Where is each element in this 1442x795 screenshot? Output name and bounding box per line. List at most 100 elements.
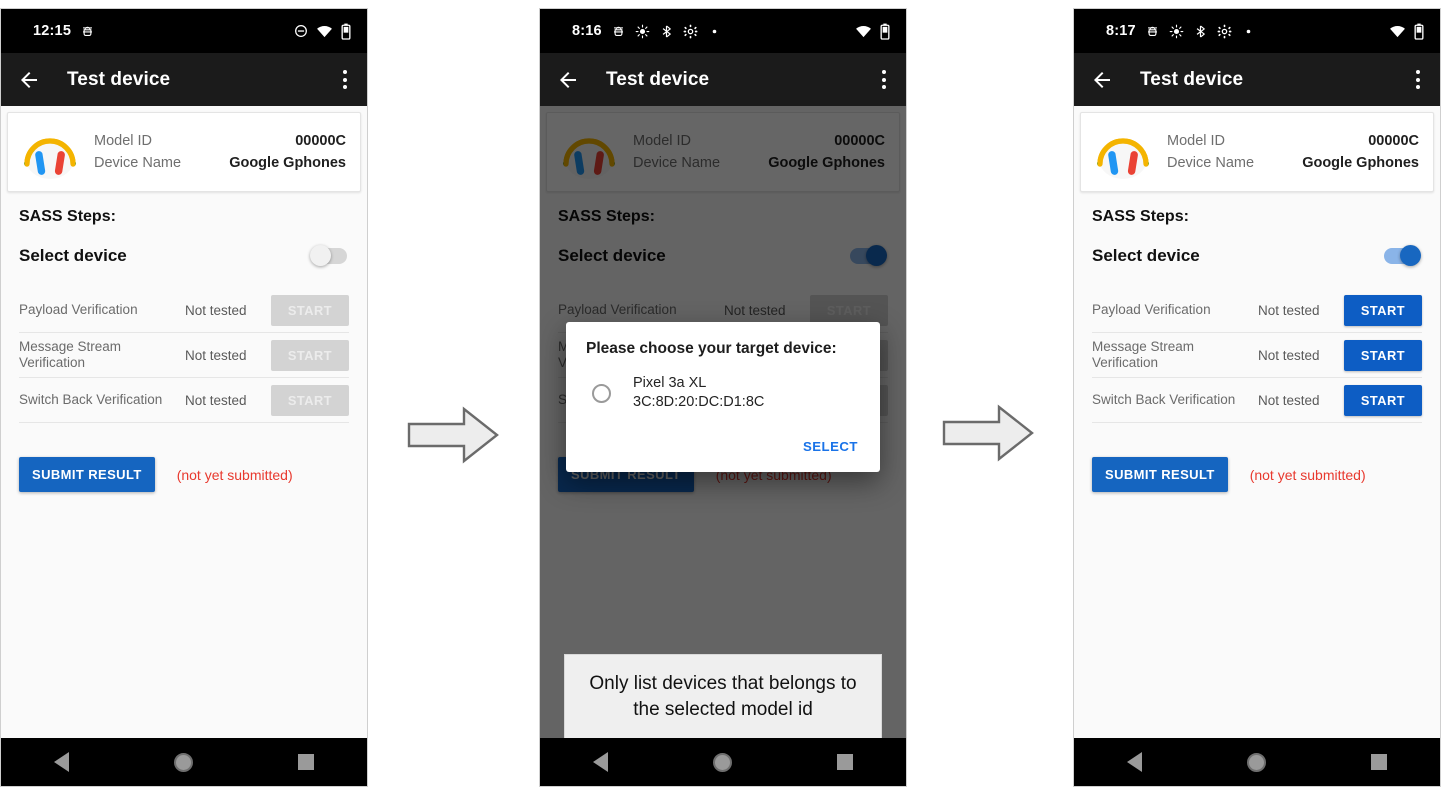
submit-row: SUBMIT RESULT (not yet submitted) [1092, 457, 1422, 492]
nav-recents-icon[interactable] [837, 754, 854, 770]
steps-section: SASS Steps: Select device Payload Verifica… [1074, 192, 1440, 492]
device-option-text: Pixel 3a XL 3C:8D:20:DC:D1:8C [633, 374, 764, 413]
test-status: Not tested [1258, 302, 1320, 318]
brightness-icon [1169, 24, 1184, 39]
wifi-icon [316, 25, 333, 38]
navigation-bar [540, 738, 906, 786]
status-bar-clock: 12:15 [33, 23, 72, 39]
test-name: Switch Back Verification [19, 391, 163, 407]
test-status: Not tested [1258, 392, 1320, 408]
start-button[interactable]: START [1344, 384, 1422, 416]
status-bar: 8:16 [540, 9, 906, 53]
dialog-title: Please choose your target device: [586, 340, 837, 357]
page-title: Test device [606, 68, 710, 90]
status-bar-right [294, 23, 351, 40]
device-info-row: Model ID 00000C [94, 130, 346, 152]
nav-back-icon[interactable] [592, 752, 608, 772]
device-option-address: 3C:8D:20:DC:D1:8C [633, 394, 765, 411]
nav-back-icon[interactable] [1126, 752, 1142, 772]
device-info-value: Google Gphones [229, 155, 346, 171]
dialog-select-button[interactable]: SELECT [795, 433, 860, 462]
overflow-menu-icon[interactable] [339, 66, 351, 93]
status-bar: 8:17 [1074, 9, 1440, 53]
back-arrow-icon[interactable] [1090, 68, 1114, 92]
steps-section: SASS Steps: Select device Payload Verifica… [1, 192, 367, 492]
dot-icon [707, 24, 722, 39]
headphones-icon [18, 123, 82, 181]
nav-recents-icon[interactable] [298, 754, 315, 770]
dot-icon [1241, 24, 1256, 39]
select-device-label: Select device [1092, 246, 1200, 265]
test-status: Not tested [185, 392, 247, 408]
status-bar: 12:15 [1, 9, 367, 53]
select-device-row[interactable]: Select device [19, 245, 349, 266]
android-debug-icon [1145, 24, 1160, 39]
device-info-value: 00000C [1368, 133, 1419, 149]
submit-row: SUBMIT RESULT (not yet submitted) [19, 457, 349, 492]
app-bar: Test device [1, 53, 367, 106]
nav-recents-icon[interactable] [1371, 754, 1388, 770]
device-option-row[interactable]: Pixel 3a XL 3C:8D:20:DC:D1:8C [586, 374, 860, 413]
submit-result-button[interactable]: SUBMIT RESULT [19, 457, 155, 492]
select-device-row[interactable]: Select device [1092, 245, 1422, 266]
app-bar: Test device [1074, 53, 1440, 106]
nav-home-icon[interactable] [1246, 752, 1266, 772]
select-device-toggle[interactable] [310, 245, 347, 266]
radio-button-icon[interactable] [592, 383, 611, 403]
test-name: Message Stream Verification [19, 338, 122, 370]
nav-home-icon[interactable] [173, 752, 193, 772]
back-arrow-icon[interactable] [556, 68, 580, 92]
test-row: Switch Back Verification Not tested START [1092, 378, 1422, 423]
screenshot-stage: 12:15 Test device Model ID 00000C Device Nam… [0, 0, 1442, 795]
device-info-key: Model ID [94, 133, 153, 149]
device-info-row: Device Name Google Gphones [1167, 152, 1419, 174]
test-status: Not tested [1258, 347, 1320, 363]
navigation-bar [1074, 738, 1440, 786]
page-title: Test device [67, 68, 171, 90]
test-row: Payload Verification Not tested START [1092, 288, 1422, 333]
device-info-key: Device Name [1167, 155, 1255, 171]
status-bar-left: 8:16 [572, 23, 722, 39]
flow-arrow-2 [941, 403, 1035, 463]
test-list: Payload VerificationNot testedSTARTMessa… [1092, 288, 1422, 423]
flow-arrow-1 [406, 405, 500, 465]
screen-content: Model ID00000CDevice NameGoogle GphonesS… [540, 106, 906, 738]
bluetooth-sharing-icon [659, 24, 674, 39]
status-bar-left: 8:17 [1106, 23, 1256, 39]
start-button[interactable]: START [1344, 339, 1422, 371]
screen-content: Model ID 00000C Device Name Google Gphones S… [1074, 106, 1440, 738]
submit-status-note: (not yet submitted) [176, 466, 293, 483]
device-summary-card: Model ID 00000C Device Name Google Gphones [7, 112, 361, 192]
brightness-icon [635, 24, 650, 39]
test-status: Not tested [185, 302, 247, 318]
navigation-bar [1, 738, 367, 786]
test-row: Payload Verification Not tested START [19, 288, 349, 333]
status-bar-right [855, 23, 890, 40]
device-info-row: Model ID 00000C [1167, 130, 1419, 152]
submit-result-button[interactable]: SUBMIT RESULT [1092, 457, 1228, 492]
status-bar-clock: 8:17 [1106, 23, 1136, 39]
dialog-actions: SELECT [586, 433, 860, 462]
nav-back-icon[interactable] [53, 752, 69, 772]
status-bar-right [1389, 23, 1424, 40]
status-bar-clock: 8:16 [572, 23, 602, 39]
device-info-row: Device Name Google Gphones [94, 152, 346, 174]
test-row: Message Stream Verification Not tested STA… [1092, 333, 1422, 378]
device-info-key: Model ID [1167, 133, 1226, 149]
annotation-callout: Only list devices that belongs to the se… [564, 654, 882, 738]
bluetooth-sharing-icon [1193, 24, 1208, 39]
overflow-menu-icon[interactable] [878, 66, 890, 93]
test-row: Message Stream Verification Not tested STA… [19, 333, 349, 378]
overflow-menu-icon[interactable] [1412, 66, 1424, 93]
start-button[interactable]: START [1344, 294, 1422, 326]
page-title: Test device [1140, 68, 1244, 90]
start-button: START [271, 339, 349, 371]
device-info-value: Google Gphones [1302, 155, 1419, 171]
nav-home-icon[interactable] [712, 752, 732, 772]
panel-dialog: 8:16 Test device Model ID00000CDevice Name… [539, 8, 907, 787]
back-arrow-icon[interactable] [17, 68, 41, 92]
wifi-icon [1389, 25, 1406, 38]
test-name: Switch Back Verification [1092, 391, 1236, 407]
select-device-toggle[interactable] [1384, 245, 1421, 266]
test-status: Not tested [185, 347, 247, 363]
